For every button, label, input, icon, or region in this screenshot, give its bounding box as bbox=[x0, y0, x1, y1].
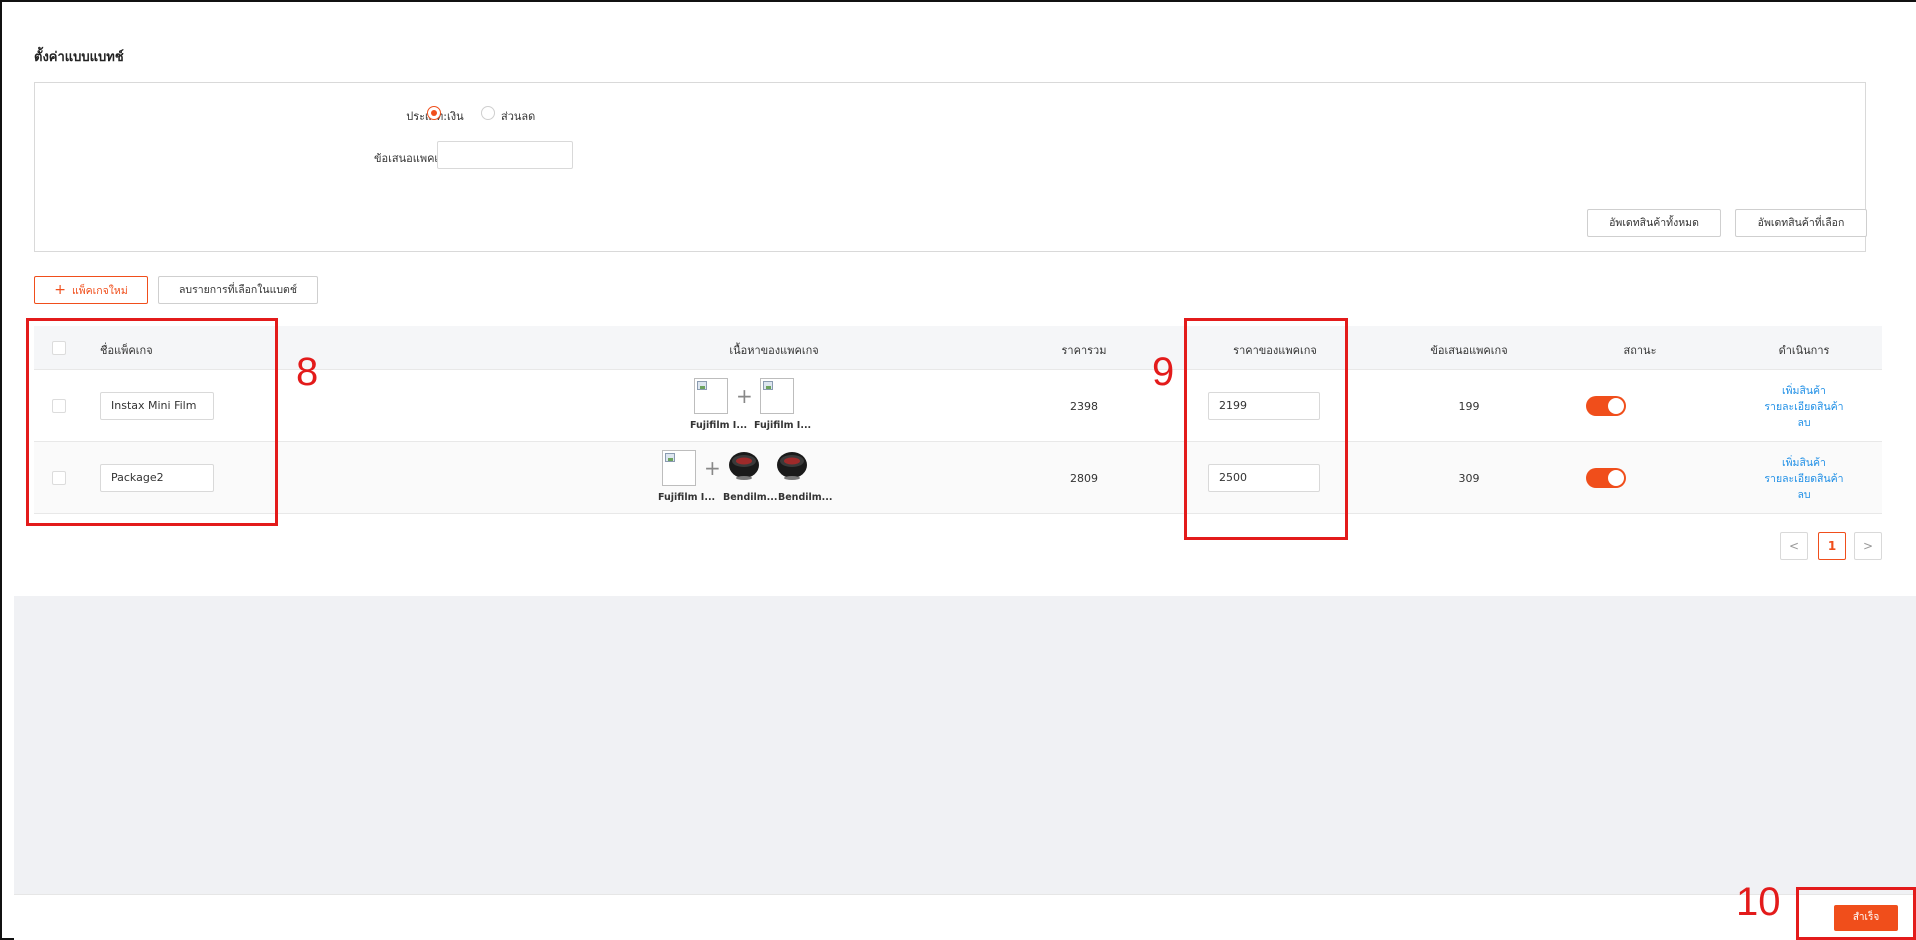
annotation-number-8: 8 bbox=[296, 350, 319, 394]
batch-settings-box: ประเภท: เงิน ส่วนลด ข้อเสนอแพคเกจ: อัพเด… bbox=[34, 82, 1867, 252]
total-price: 2398 bbox=[1070, 400, 1098, 413]
success-button[interactable]: สำเร็จ bbox=[1834, 905, 1898, 931]
bowl-product-icon bbox=[729, 452, 759, 480]
bowl-product-icon bbox=[777, 452, 807, 480]
product-detail-link[interactable]: รายละเอียดสินค้า bbox=[1754, 398, 1854, 415]
header-actions: ดำเนินการ bbox=[1778, 344, 1830, 357]
radio-money[interactable] bbox=[427, 106, 441, 120]
status-toggle[interactable] bbox=[1586, 468, 1626, 488]
new-package-button[interactable]: + แพ็คเกจใหม่ bbox=[34, 276, 148, 304]
footer-bar bbox=[14, 894, 1916, 940]
offer-value: 199 bbox=[1458, 400, 1480, 413]
product-image-icon bbox=[760, 378, 794, 414]
add-product-link[interactable]: เพิ่มสินค้า bbox=[1754, 382, 1854, 399]
delete-link[interactable]: ลบ bbox=[1754, 486, 1854, 503]
offer-label: ข้อเสนอแพคเกจ: bbox=[374, 152, 455, 165]
annotation-box-8 bbox=[26, 318, 278, 526]
pagination-page-1[interactable]: 1 bbox=[1818, 532, 1846, 560]
plus-icon: + bbox=[704, 456, 721, 480]
product-image-icon bbox=[694, 378, 728, 414]
total-price: 2809 bbox=[1070, 472, 1098, 485]
radio-money-label: เงิน bbox=[447, 110, 464, 123]
pagination-next[interactable]: > bbox=[1854, 532, 1882, 560]
offer-value: 309 bbox=[1458, 472, 1480, 485]
product-caption: Bendilm... bbox=[778, 492, 833, 503]
plus-icon: + bbox=[736, 384, 753, 408]
page-title: ตั้งค่าแบบแบทช์ bbox=[34, 50, 124, 65]
product-caption: Bendilm... bbox=[723, 492, 778, 503]
product-detail-link[interactable]: รายละเอียดสินค้า bbox=[1754, 470, 1854, 487]
product-caption: Fujifilm I... bbox=[754, 420, 812, 431]
annotation-number-10: 10 bbox=[1736, 880, 1781, 924]
delete-selected-button[interactable]: ลบรายการที่เลือกในแบตช์ bbox=[158, 276, 318, 304]
update-selected-button[interactable]: อัพเดทสินค้าที่เลือก bbox=[1735, 209, 1867, 237]
product-caption: Fujifilm I... bbox=[690, 420, 748, 431]
new-package-label: แพ็คเกจใหม่ bbox=[71, 285, 128, 297]
pagination-prev[interactable]: < bbox=[1780, 532, 1808, 560]
status-toggle[interactable] bbox=[1586, 396, 1626, 416]
add-product-link[interactable]: เพิ่มสินค้า bbox=[1754, 454, 1854, 471]
header-offer: ข้อเสนอแพคเกจ bbox=[1430, 344, 1508, 357]
update-all-button[interactable]: อัพเดทสินค้าทั้งหมด bbox=[1587, 209, 1721, 237]
radio-discount[interactable] bbox=[481, 106, 495, 120]
header-content: เนื้อหาของแพคเกจ bbox=[729, 344, 819, 357]
product-caption: Fujifilm I... bbox=[658, 492, 716, 503]
header-status: สถานะ bbox=[1623, 344, 1657, 357]
product-image-icon bbox=[662, 450, 696, 486]
header-total: ราคารวม bbox=[1061, 344, 1107, 357]
table-row: Package2 + Fujifilm I... Bendilm... Bend… bbox=[34, 442, 1882, 514]
plus-icon: + bbox=[54, 282, 66, 298]
offer-input[interactable] bbox=[437, 141, 573, 169]
delete-link[interactable]: ลบ bbox=[1754, 414, 1854, 431]
empty-background bbox=[14, 596, 1916, 894]
annotation-box-9 bbox=[1184, 318, 1348, 540]
annotation-number-9: 9 bbox=[1152, 350, 1175, 394]
radio-discount-label: ส่วนลด bbox=[501, 110, 536, 123]
